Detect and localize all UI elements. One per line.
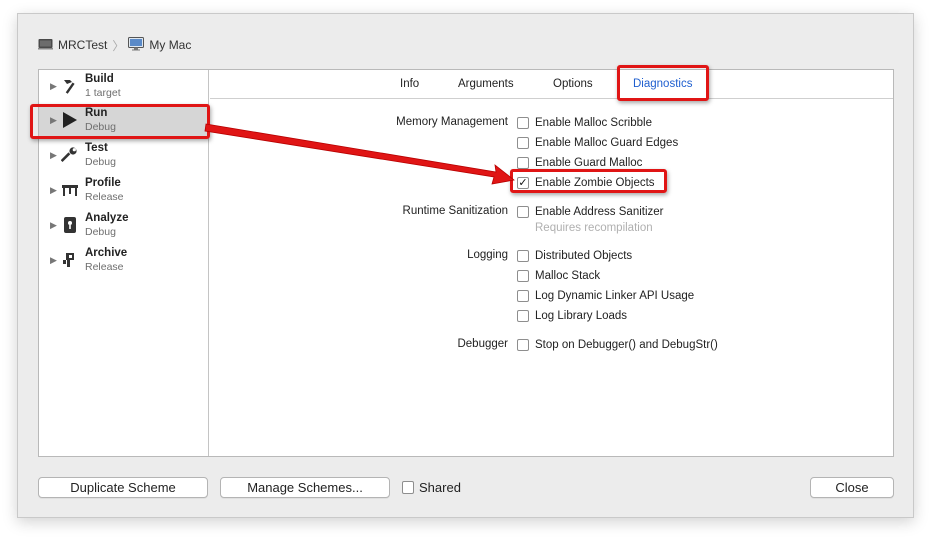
tab-bar: Info Arguments Options Diagnostics [210, 70, 893, 99]
checkbox[interactable] [517, 137, 529, 149]
tab-info[interactable]: Info [400, 78, 419, 90]
checkbox[interactable] [517, 310, 529, 322]
analyze-icon [60, 215, 80, 235]
archive-icon [60, 250, 80, 270]
section-label-logging: Logging [467, 249, 508, 261]
option-label: Stop on Debugger() and DebugStr() [535, 339, 718, 351]
option-malloc-scribble[interactable]: Enable Malloc Scribble [517, 115, 652, 131]
option-dynamic-linker-api[interactable]: Log Dynamic Linker API Usage [517, 288, 694, 304]
project-icon [38, 38, 53, 53]
option-malloc-stack[interactable]: Malloc Stack [517, 268, 600, 284]
duplicate-scheme-button[interactable]: Duplicate Scheme [38, 477, 208, 498]
checkbox[interactable] [517, 117, 529, 129]
breadcrumb: MRCTest 〉 My Mac [38, 36, 192, 54]
manage-schemes-button[interactable]: Manage Schemes... [220, 477, 390, 498]
section-label-runtime-sanitization: Runtime Sanitization [402, 205, 508, 217]
scheme-editor-window: MRCTest 〉 My Mac ▶ Build 1 target ▶ Run … [17, 13, 914, 518]
sidebar-item-title: Test [85, 142, 108, 154]
mac-icon [128, 36, 145, 54]
zombie-objects-highlight-box [510, 169, 667, 193]
section-label-memory-management: Memory Management [396, 116, 508, 128]
tab-options[interactable]: Options [553, 78, 593, 90]
option-label: Distributed Objects [535, 250, 633, 262]
option-label: Enable Address Sanitizer [535, 206, 664, 218]
run-highlight-box [30, 104, 210, 139]
option-label: Log Dynamic Linker API Usage [535, 290, 695, 302]
breadcrumb-destination[interactable]: My Mac [128, 36, 192, 54]
breadcrumb-project-label: MRCTest [58, 38, 108, 52]
shared-checkbox[interactable] [402, 481, 414, 494]
disclosure-triangle-icon[interactable]: ▶ [49, 185, 58, 196]
option-address-sanitizer[interactable]: Enable Address Sanitizer [517, 204, 664, 220]
option-malloc-guard-edges[interactable]: Enable Malloc Guard Edges [517, 135, 678, 151]
requires-recompilation-hint: Requires recompilation [535, 222, 653, 234]
gauge-icon [60, 180, 80, 200]
sidebar-item-build[interactable]: ▶ Build 1 target [39, 70, 208, 102]
sidebar-item-subtitle: Release [85, 191, 124, 203]
checkbox[interactable] [517, 270, 529, 282]
sidebar-item-title: Archive [85, 247, 128, 259]
sidebar-item-subtitle: Debug [85, 156, 116, 168]
disclosure-triangle-icon[interactable]: ▶ [49, 150, 58, 161]
sidebar-item-subtitle: 1 target [85, 87, 121, 99]
tab-arguments[interactable]: Arguments [458, 78, 514, 90]
checkbox[interactable] [517, 250, 529, 262]
option-label: Enable Malloc Guard Edges [535, 137, 679, 149]
sidebar-item-subtitle: Release [85, 261, 124, 273]
option-label: Enable Malloc Scribble [535, 117, 652, 129]
checkbox[interactable] [517, 157, 529, 169]
sidebar-item-archive[interactable]: ▶ Archive Release [39, 244, 208, 276]
option-label: Malloc Stack [535, 270, 601, 282]
option-distributed-objects[interactable]: Distributed Objects [517, 248, 632, 264]
option-label: Enable Guard Malloc [535, 157, 643, 169]
sidebar-item-title: Analyze [85, 212, 129, 224]
sidebar-item-profile[interactable]: ▶ Profile Release [39, 174, 208, 206]
diagnostics-content: Info Arguments Options Diagnostics Memor… [210, 70, 893, 456]
disclosure-triangle-icon[interactable]: ▶ [49, 255, 58, 266]
shared-option[interactable]: Shared [402, 480, 461, 495]
close-button[interactable]: Close [810, 477, 894, 498]
sidebar-item-title: Build [85, 73, 114, 85]
hammer-icon [60, 76, 80, 96]
breadcrumb-separator: 〉 [112, 38, 125, 53]
disclosure-triangle-icon[interactable]: ▶ [49, 81, 58, 92]
option-label: Log Library Loads [535, 310, 628, 322]
sidebar-item-test[interactable]: ▶ Test Debug [39, 139, 208, 171]
shared-label: Shared [419, 480, 461, 495]
sidebar-item-analyze[interactable]: ▶ Analyze Debug [39, 209, 208, 241]
sidebar-item-subtitle: Debug [85, 226, 116, 238]
wrench-icon [60, 145, 80, 165]
option-library-loads[interactable]: Log Library Loads [517, 308, 627, 324]
section-label-debugger: Debugger [457, 338, 508, 350]
breadcrumb-destination-label: My Mac [149, 38, 192, 52]
diagnostics-tab-highlight-box [617, 65, 709, 101]
checkbox[interactable] [517, 339, 529, 351]
breadcrumb-project[interactable]: MRCTest [38, 38, 107, 53]
option-stop-on-debugger[interactable]: Stop on Debugger() and DebugStr() [517, 337, 718, 353]
checkbox[interactable] [517, 290, 529, 302]
checkbox[interactable] [517, 206, 529, 218]
disclosure-triangle-icon[interactable]: ▶ [49, 220, 58, 231]
sidebar-item-title: Profile [85, 177, 121, 189]
